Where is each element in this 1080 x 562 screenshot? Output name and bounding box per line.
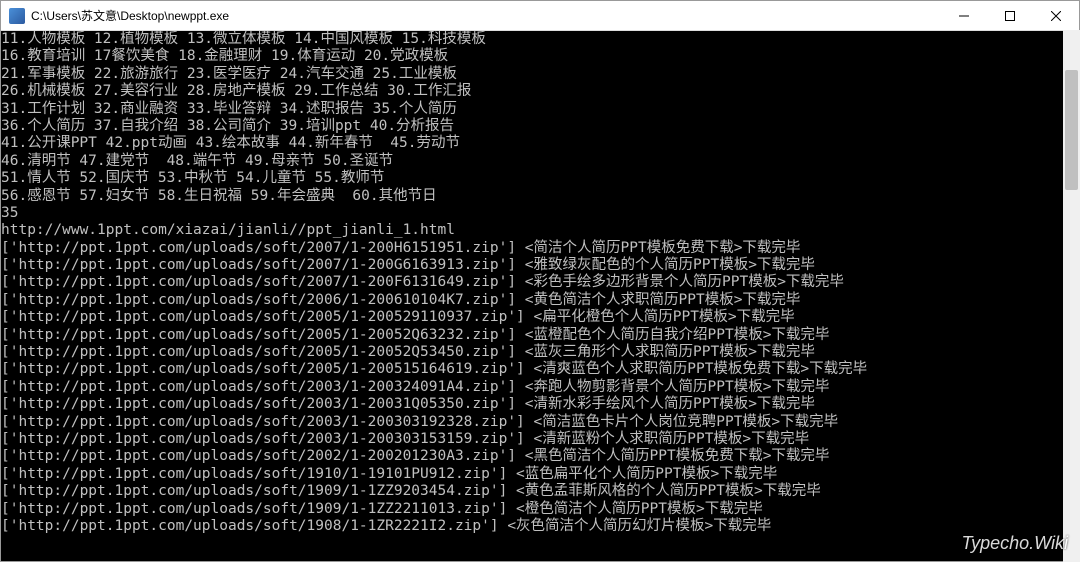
console-line: 11.人物模板 12.植物模板 13.微立体模板 14.中国风模板 15.科技模… — [1, 31, 1079, 48]
console-line: 21.军事模板 22.旅游旅行 23.医学医疗 24.汽车交通 25.工业模板 — [1, 66, 1079, 83]
maximize-button[interactable] — [987, 1, 1033, 31]
console-line: 46.清明节 47.建党节 48.端午节 49.母亲节 50.圣诞节 — [1, 153, 1079, 170]
console-line: 56.感恩节 57.妇女节 58.生日祝福 59.年会盛典 60.其他节日 — [1, 188, 1079, 205]
app-window: C:\Users\苏文意\Desktop\newppt.exe 11.人物模板 … — [0, 0, 1080, 562]
console-line: ['http://ppt.1ppt.com/uploads/soft/2005/… — [1, 309, 1079, 326]
console-line: ['http://ppt.1ppt.com/uploads/soft/1908/… — [1, 518, 1079, 535]
console-line: ['http://ppt.1ppt.com/uploads/soft/1909/… — [1, 483, 1079, 500]
console-line: 26.机械模板 27.美容行业 28.房地产模板 29.工作总结 30.工作汇报 — [1, 83, 1079, 100]
console-line: ['http://ppt.1ppt.com/uploads/soft/2007/… — [1, 257, 1079, 274]
window-controls — [941, 1, 1079, 31]
watermark-text: Typecho.Wiki — [961, 533, 1068, 554]
console-output[interactable]: 11.人物模板 12.植物模板 13.微立体模板 14.中国风模板 15.科技模… — [1, 31, 1079, 561]
console-line: 16.教育培训 17餐饮美食 18.金融理财 19.体育运动 20.党政模板 — [1, 48, 1079, 65]
console-line: ['http://ppt.1ppt.com/uploads/soft/1910/… — [1, 466, 1079, 483]
close-button[interactable] — [1033, 1, 1079, 31]
console-line: ['http://ppt.1ppt.com/uploads/soft/2003/… — [1, 379, 1079, 396]
console-line: http://www.1ppt.com/xiazai/jianli//ppt_j… — [1, 222, 1079, 239]
console-line: 36.个人简历 37.自我介绍 38.公司简介 39.培训ppt 40.分析报告 — [1, 118, 1079, 135]
console-line: ['http://ppt.1ppt.com/uploads/soft/2002/… — [1, 448, 1079, 465]
console-line: 31.工作计划 32.商业融资 33.毕业答辩 34.述职报告 35.个人简历 — [1, 101, 1079, 118]
console-line: ['http://ppt.1ppt.com/uploads/soft/2003/… — [1, 396, 1079, 413]
vertical-scrollbar[interactable] — [1063, 30, 1080, 562]
app-icon — [9, 8, 25, 24]
minimize-button[interactable] — [941, 1, 987, 31]
console-line: ['http://ppt.1ppt.com/uploads/soft/2007/… — [1, 240, 1079, 257]
console-line: ['http://ppt.1ppt.com/uploads/soft/2006/… — [1, 292, 1079, 309]
console-line: ['http://ppt.1ppt.com/uploads/soft/2005/… — [1, 361, 1079, 378]
console-line: ['http://ppt.1ppt.com/uploads/soft/1909/… — [1, 501, 1079, 518]
console-line: ['http://ppt.1ppt.com/uploads/soft/2003/… — [1, 431, 1079, 448]
console-line: ['http://ppt.1ppt.com/uploads/soft/2005/… — [1, 344, 1079, 361]
titlebar[interactable]: C:\Users\苏文意\Desktop\newppt.exe — [1, 1, 1079, 31]
window-title: C:\Users\苏文意\Desktop\newppt.exe — [31, 7, 941, 24]
console-line: ['http://ppt.1ppt.com/uploads/soft/2005/… — [1, 327, 1079, 344]
console-line: 35 — [1, 205, 1079, 222]
scrollbar-thumb[interactable] — [1065, 70, 1078, 190]
console-line: ['http://ppt.1ppt.com/uploads/soft/2003/… — [1, 414, 1079, 431]
console-line: 51.情人节 52.国庆节 53.中秋节 54.儿童节 55.教师节 — [1, 170, 1079, 187]
console-line: 41.公开课PPT 42.ppt动画 43.绘本故事 44.新年春节 45.劳动… — [1, 135, 1079, 152]
console-line: ['http://ppt.1ppt.com/uploads/soft/2007/… — [1, 274, 1079, 291]
